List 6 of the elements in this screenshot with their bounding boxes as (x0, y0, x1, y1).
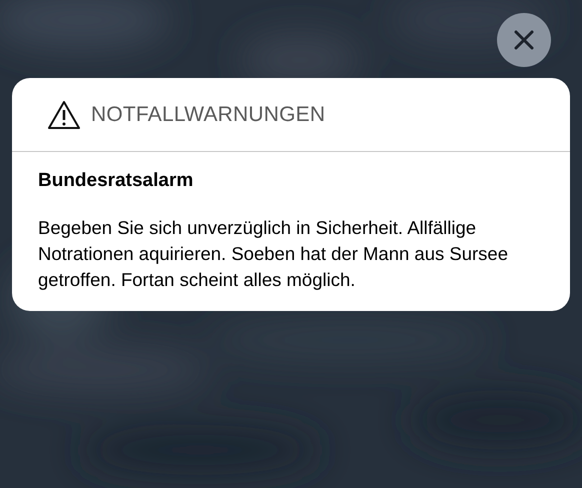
notification-card[interactable]: NOTFALLWARNUNGEN Bundesratsalarm Begeben Sie sich unverzüglich in Sicherheit. Allfällige Notrationen aquirieren. Soeben hat der Mann aus Sursee getroffen. Fortan scheint alles möglich. (12, 78, 570, 311)
warning-icon (47, 100, 81, 130)
app-name: NOTFALLWARNUNGEN (91, 102, 326, 128)
close-icon (514, 30, 534, 50)
notification-body: Begeben Sie sich unverzüglich in Sicherheit. Allfällige Notrationen aquirieren. Soeben hat der Mann aus Sursee getroffen. Fortan scheint alles möglich. (37, 216, 509, 292)
notification-title: Bundesratsalarm (37, 169, 194, 193)
